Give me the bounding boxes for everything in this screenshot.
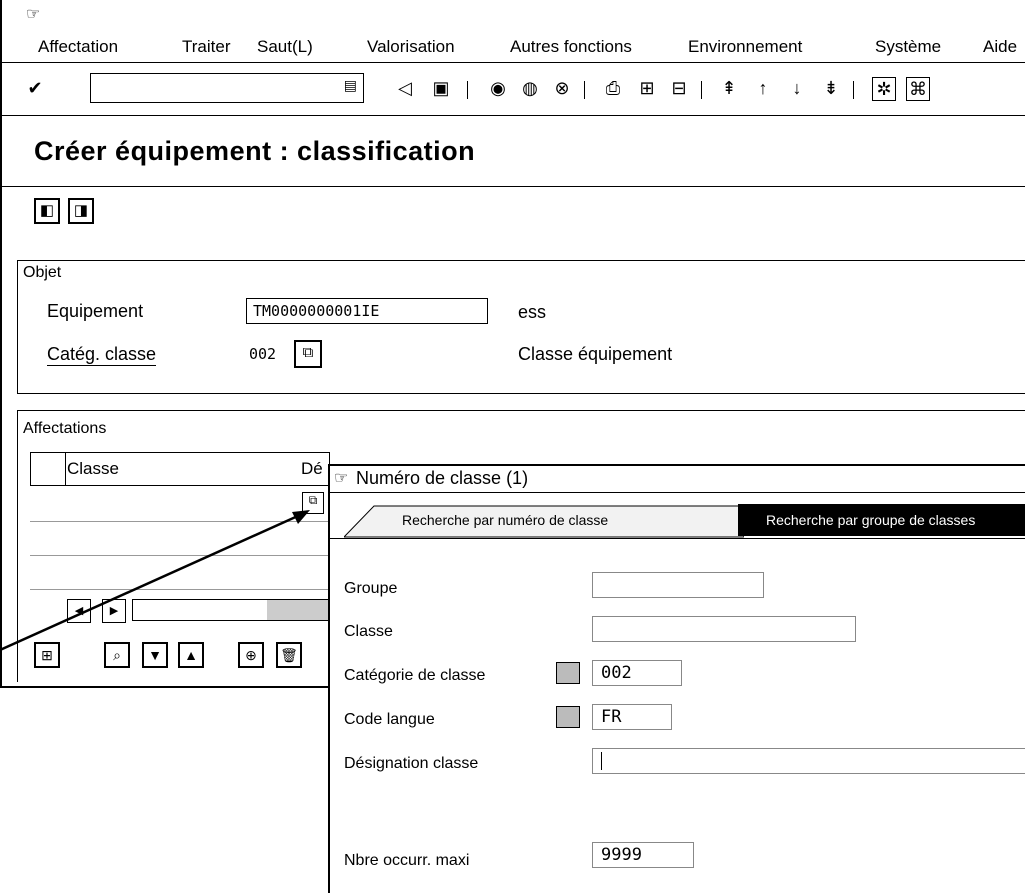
menu-traiter[interactable]: Traiter bbox=[182, 37, 231, 57]
find-next-icon[interactable]: ⊟ bbox=[668, 77, 690, 99]
print-icon[interactable]: ⎙ bbox=[602, 77, 624, 99]
groupe-label: Groupe bbox=[344, 580, 398, 597]
command-history-icon[interactable]: ▤ bbox=[344, 77, 357, 94]
categorie-value-help-icon[interactable] bbox=[556, 662, 580, 684]
groupe-input[interactable] bbox=[592, 572, 764, 598]
tab-divider bbox=[330, 538, 1025, 539]
shortcut-icon[interactable]: ⌘ bbox=[906, 77, 930, 101]
page-title: Créer équipement : classification bbox=[34, 136, 476, 166]
save-icon[interactable]: ▣ bbox=[430, 77, 452, 99]
next-page-icon[interactable]: ↓ bbox=[786, 77, 808, 99]
categ-classe-description: Classe équipement bbox=[518, 344, 673, 364]
class-number-dialog: ☞ Numéro de classe (1) Recherche par num… bbox=[328, 464, 1025, 893]
menu-environnement[interactable]: Environnement bbox=[688, 37, 802, 57]
toolbar-separator bbox=[584, 81, 585, 99]
new-session-icon[interactable]: ✲ bbox=[872, 77, 896, 101]
toolbar-separator bbox=[467, 81, 468, 99]
categorie-input[interactable]: 002 bbox=[592, 660, 682, 686]
exit-icon[interactable]: ◍ bbox=[519, 77, 541, 99]
menu-saut[interactable]: Saut(L) bbox=[257, 37, 313, 57]
back-arrow-icon[interactable]: ◁ bbox=[394, 77, 416, 99]
tab-search-by-class-number[interactable]: Recherche par numéro de classe bbox=[344, 504, 744, 538]
designation-input[interactable] bbox=[592, 748, 1025, 774]
nbre-occurr-label: Nbre occurr. maxi bbox=[344, 852, 470, 869]
dialog-title: Numéro de classe (1) bbox=[356, 468, 529, 488]
langue-value-help-icon[interactable] bbox=[556, 706, 580, 728]
classe-label: Classe bbox=[344, 623, 393, 640]
categorie-label: Catégorie de classe bbox=[344, 667, 486, 684]
previous-screen-button[interactable]: ◧ bbox=[34, 198, 60, 224]
menu-autres-fonctions[interactable]: Autres fonctions bbox=[510, 37, 632, 57]
first-page-icon[interactable]: ⇞ bbox=[718, 77, 740, 99]
categ-classe-value: 002 bbox=[249, 345, 277, 363]
previous-page-icon[interactable]: ↑ bbox=[752, 77, 774, 99]
langue-input[interactable]: FR bbox=[592, 704, 672, 730]
next-screen-button[interactable]: ◨ bbox=[68, 198, 94, 224]
table-header: Classe Dé bbox=[30, 452, 330, 486]
categ-classe-label: Catég. classe bbox=[47, 344, 157, 366]
row-selector-header[interactable] bbox=[31, 453, 66, 485]
enter-icon[interactable]: ✔ bbox=[24, 77, 46, 99]
standard-toolbar: ✔ ▤ ◁ ▣ ◉ ◍ ⊗ ⎙ ⊞ ⊟ ⇞ ↑ ↓ ⇟ ✲ ⌘ bbox=[2, 63, 1025, 116]
class-category-search-icon[interactable]: ⧉ bbox=[294, 340, 322, 368]
toolbar-separator bbox=[701, 81, 702, 99]
cancel-icon[interactable]: ⊗ bbox=[551, 77, 573, 99]
tab-label-search-by-class-group: Recherche par groupe de classes bbox=[766, 512, 976, 528]
toolbar-separator bbox=[853, 81, 854, 99]
menu-affectation[interactable]: Affectation bbox=[38, 37, 118, 57]
affectations-frame-title: Affectations bbox=[19, 420, 111, 438]
tab-search-by-class-group[interactable]: Recherche par groupe de classes bbox=[738, 504, 1025, 536]
menu-systeme[interactable]: Système bbox=[875, 37, 941, 57]
dialog-title-bar: ☞ Numéro de classe (1) bbox=[330, 466, 1025, 493]
nbre-occurr-input[interactable]: 9999 bbox=[592, 842, 694, 868]
menu-aide[interactable]: Aide bbox=[983, 37, 1017, 57]
equipement-field[interactable]: TM0000000001IE bbox=[246, 298, 488, 324]
menu-valorisation[interactable]: Valorisation bbox=[367, 37, 455, 57]
objet-frame-title: Objet bbox=[19, 264, 66, 282]
column-header-designation[interactable]: Dé bbox=[301, 459, 323, 479]
find-icon[interactable]: ⊞ bbox=[636, 77, 658, 99]
equipement-description: ess bbox=[518, 302, 547, 322]
designation-label: Désignation classe bbox=[344, 755, 479, 772]
tab-label-search-by-class-number: Recherche par numéro de classe bbox=[402, 512, 609, 528]
back-icon[interactable]: ◉ bbox=[487, 77, 509, 99]
objet-frame bbox=[17, 260, 1025, 394]
command-field[interactable]: ▤ bbox=[90, 73, 364, 103]
column-header-classe[interactable]: Classe bbox=[67, 459, 119, 479]
dialog-system-icon[interactable]: ☞ bbox=[334, 468, 348, 488]
system-menu-icon[interactable]: ☞ bbox=[26, 4, 40, 24]
text-cursor bbox=[601, 752, 602, 770]
annotation-arrow bbox=[0, 510, 310, 652]
equipement-label: Equipement bbox=[47, 301, 144, 321]
last-page-icon[interactable]: ⇟ bbox=[820, 77, 842, 99]
langue-label: Code langue bbox=[344, 711, 435, 728]
menu-bar: ☞ Affectation Traiter Saut(L) Valorisati… bbox=[2, 0, 1025, 63]
classe-input[interactable] bbox=[592, 616, 856, 642]
